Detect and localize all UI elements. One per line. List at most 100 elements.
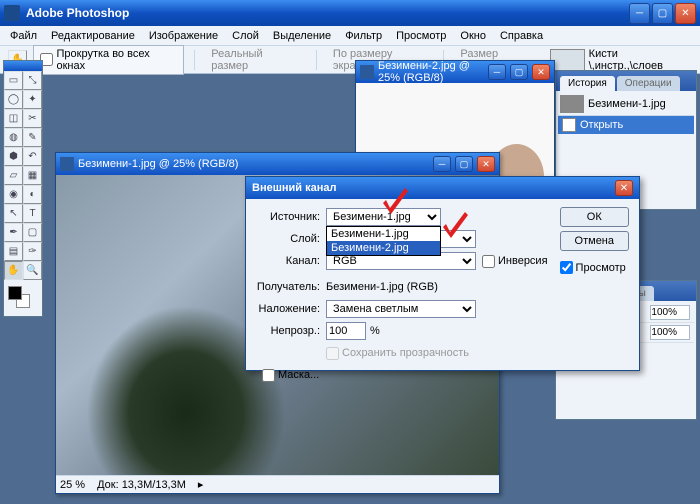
doc-size: Док: 13,3M/13,3M [97, 479, 186, 491]
opacity-label: Непрозр.: [256, 325, 326, 337]
tool-eraser[interactable]: ▱ [4, 166, 23, 185]
history-step-open[interactable]: Открыть [558, 116, 694, 134]
app-icon [4, 5, 20, 21]
separator [194, 50, 195, 70]
tool-palette: ▭ ⤡ ◯ ✦ ◫ ✂ ◍ ✎ ⬢ ↶ ▱ ▦ ◉ ◐ ↖ T ✒ ▢ ▤ ✑ … [3, 60, 43, 317]
tool-eyedropper[interactable]: ✑ [23, 242, 42, 261]
tool-dodge[interactable]: ◐ [23, 185, 42, 204]
layer-opacity-input[interactable] [650, 305, 690, 320]
doc1-title: Безимени-1.jpg @ 25% (RGB/8) [78, 158, 429, 170]
doc-icon [360, 65, 374, 79]
palette-grip[interactable] [4, 61, 42, 71]
blend-select[interactable]: Замена светлым [326, 300, 476, 318]
tool-shape[interactable]: ▢ [23, 223, 42, 242]
doc1-maximize[interactable]: ▢ [455, 156, 473, 172]
close-button[interactable]: ✕ [675, 3, 696, 24]
doc-icon [60, 157, 74, 171]
tool-stamp[interactable]: ⬢ [4, 147, 23, 166]
channel-label: Канал: [256, 255, 326, 267]
doc2-minimize[interactable]: ─ [488, 64, 506, 80]
tool-move[interactable]: ⤡ [23, 71, 42, 90]
menu-file[interactable]: Файл [4, 28, 43, 44]
dd-option-2[interactable]: Безимени-2.jpg [327, 241, 440, 255]
tool-brush[interactable]: ✎ [23, 128, 42, 147]
tool-type[interactable]: T [23, 204, 42, 223]
scroll-all-label: Прокрутка во всех окнах [57, 48, 178, 72]
tool-lasso[interactable]: ◯ [4, 90, 23, 109]
source-select[interactable]: Безимени-1.jpg [326, 208, 441, 226]
dialog-close[interactable]: ✕ [615, 180, 633, 196]
tool-path[interactable]: ↖ [4, 204, 23, 223]
tool-notes[interactable]: ▤ [4, 242, 23, 261]
doc1-statusbar: 25 % Док: 13,3M/13,3M ▸ [56, 475, 499, 493]
doc2-maximize[interactable]: ▢ [510, 64, 528, 80]
app-title: Adobe Photoshop [26, 6, 629, 20]
doc2-titlebar[interactable]: Безимени-2.jpg @ 25% (RGB/8) ─ ▢ ✕ [356, 61, 554, 83]
mask-checkbox[interactable] [262, 369, 275, 382]
zoom-level[interactable]: 25 % [60, 479, 85, 491]
actions-tab[interactable]: Операции [617, 76, 680, 91]
preserve-checkbox [326, 347, 339, 360]
layer-label: Слой: [256, 233, 326, 245]
target-label: Получатель: [256, 281, 326, 293]
maximize-button[interactable]: ▢ [652, 3, 673, 24]
tool-pen[interactable]: ✒ [4, 223, 23, 242]
tool-blur[interactable]: ◉ [4, 185, 23, 204]
status-arrow-icon[interactable]: ▸ [198, 478, 204, 491]
separator [316, 50, 317, 70]
snapshot-name: Безимени-1.jpg [588, 98, 666, 110]
tool-crop[interactable]: ◫ [4, 109, 23, 128]
dd-option-1[interactable]: Безимени-1.jpg [327, 227, 440, 241]
snapshot-thumb [560, 95, 584, 113]
minimize-button[interactable]: ─ [629, 3, 650, 24]
blend-label: Наложение: [256, 303, 326, 315]
history-step-label: Открыть [580, 119, 623, 131]
layer-fill-input[interactable] [650, 325, 690, 340]
menu-layer[interactable]: Слой [226, 28, 265, 44]
menu-window[interactable]: Окно [454, 28, 492, 44]
color-swatches[interactable] [4, 284, 42, 316]
tool-wand[interactable]: ✦ [23, 90, 42, 109]
tool-gradient[interactable]: ▦ [23, 166, 42, 185]
mask-label: Маска... [278, 369, 319, 381]
tool-history-brush[interactable]: ↶ [23, 147, 42, 166]
doc1-minimize[interactable]: ─ [433, 156, 451, 172]
menu-edit[interactable]: Редактирование [45, 28, 141, 44]
preview-checkbox[interactable] [560, 261, 573, 274]
cancel-button[interactable]: Отмена [560, 231, 629, 251]
source-label: Источник: [256, 211, 326, 223]
percent-label: % [370, 325, 380, 337]
doc2-close[interactable]: ✕ [532, 64, 550, 80]
source-dropdown-list: Безимени-1.jpg Безимени-2.jpg [326, 226, 441, 256]
foreground-color[interactable] [8, 286, 22, 300]
ok-button[interactable]: ОК [560, 207, 629, 227]
doc1-close[interactable]: ✕ [477, 156, 495, 172]
tool-heal[interactable]: ◍ [4, 128, 23, 147]
scroll-all-checkbox[interactable]: Прокрутка во всех окнах [33, 45, 185, 75]
opacity-input[interactable] [326, 322, 366, 340]
menu-view[interactable]: Просмотр [390, 28, 452, 44]
menu-help[interactable]: Справка [494, 28, 549, 44]
apply-image-dialog: Внешний канал ✕ Источник: Безимени-1.jpg… [245, 176, 640, 371]
history-snapshot[interactable]: Безимени-1.jpg [558, 93, 694, 116]
menu-filter[interactable]: Фильтр [339, 28, 388, 44]
target-value: Безимени-1.jpg (RGB) [326, 281, 438, 293]
menu-select[interactable]: Выделение [267, 28, 337, 44]
tool-marquee[interactable]: ▭ [4, 71, 23, 90]
invert-checkbox[interactable] [482, 255, 495, 268]
doc2-title: Безимени-2.jpg @ 25% (RGB/8) [378, 60, 484, 84]
tool-zoom[interactable]: 🔍 [23, 261, 42, 280]
tool-hand[interactable]: ✋ [4, 261, 23, 280]
preserve-label: Сохранить прозрачность [342, 347, 469, 359]
tool-slice[interactable]: ✂ [23, 109, 42, 128]
dialog-titlebar[interactable]: Внешний канал ✕ [246, 177, 639, 199]
preview-label: Просмотр [576, 262, 626, 274]
app-titlebar: Adobe Photoshop ─ ▢ ✕ [0, 0, 700, 26]
menu-image[interactable]: Изображение [143, 28, 224, 44]
open-icon [562, 118, 576, 132]
history-tab[interactable]: История [560, 76, 615, 91]
palette-well-label[interactable]: Кисти \,инстр.,\слоев [589, 48, 692, 72]
invert-label: Инверсия [498, 255, 548, 267]
real-size-button[interactable]: Реальный размер [205, 46, 306, 74]
doc1-titlebar[interactable]: Безимени-1.jpg @ 25% (RGB/8) ─ ▢ ✕ [56, 153, 499, 175]
